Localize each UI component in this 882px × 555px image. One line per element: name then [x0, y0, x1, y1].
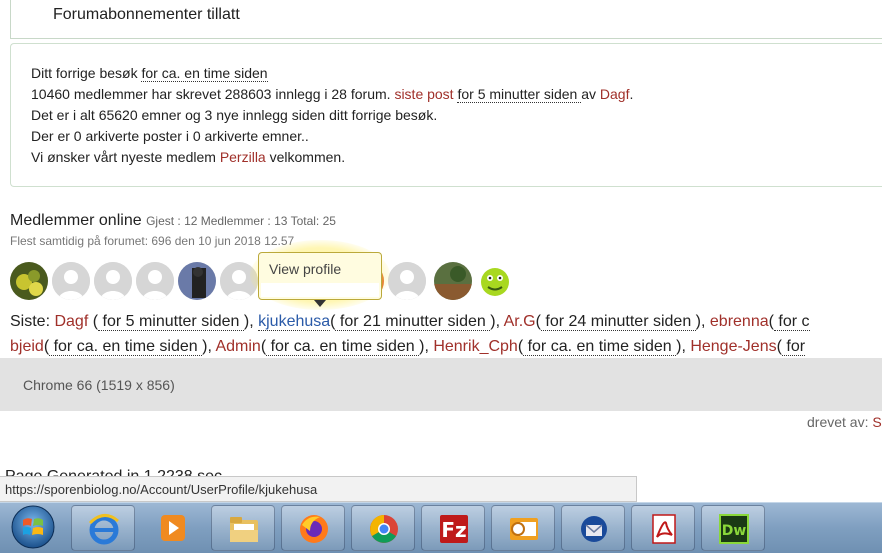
recent-user-time: for 24 minutter siden — [540, 313, 696, 331]
firefox-icon — [300, 515, 328, 543]
recent-user-link[interactable]: ebrenna — [710, 313, 769, 330]
recent-user-link[interactable]: Dagf — [54, 313, 88, 330]
acrobat-icon — [652, 514, 676, 544]
taskbar-firefox[interactable] — [281, 505, 345, 551]
members-posts-line: 10460 medlemmer har skrevet 288603 innle… — [31, 86, 634, 103]
tooltip-arrow-icon — [314, 300, 326, 307]
tooltip-inner — [261, 283, 379, 297]
forum-stats-box: Ditt forrige besøk for ca. en time siden… — [10, 43, 882, 187]
online-counts: Gjest : 12 Medlemmer : 13 Total: 25 — [146, 214, 336, 228]
chrome-icon — [370, 515, 398, 543]
recent-user-time: for ca. en time siden — [266, 338, 420, 356]
taskbar-ie[interactable] — [71, 505, 135, 551]
recent-user-time: for ca. en time siden — [49, 338, 203, 356]
last-visit-line: Ditt forrige besøk for ca. en time siden — [31, 65, 268, 82]
filezilla-icon: Fz — [440, 515, 468, 543]
taskbar-outlook[interactable] — [491, 505, 555, 551]
newest-member-line: Vi ønsker vårt nyeste medlem Perzilla ve… — [31, 149, 345, 165]
link-status-bar: https://sporenbiolog.no/Account/UserProf… — [0, 476, 637, 502]
taskbar-filezilla[interactable]: Fz — [421, 505, 485, 551]
topics-line: Det er i alt 65620 emner og 3 nye innleg… — [31, 107, 438, 123]
archived-line: Der er 0 arkiverte poster i 0 arkiverte … — [31, 128, 309, 144]
internet-explorer-icon — [88, 514, 119, 545]
recent-label: Siste: — [10, 313, 51, 330]
taskbar-acrobat[interactable] — [631, 505, 695, 551]
thunderbird-icon — [581, 516, 607, 542]
avatar-cartoon-green[interactable] — [476, 262, 514, 300]
avatar-photo-plant[interactable] — [10, 262, 48, 300]
taskbar-media-player[interactable] — [141, 505, 205, 551]
last-post-link[interactable]: siste post — [394, 86, 453, 102]
windows-taskbar: Fz Dw — [0, 502, 882, 553]
recent-user-link[interactable]: Admin — [215, 338, 260, 355]
browser-info-text: Chrome 66 (1519 x 856) — [23, 377, 175, 393]
taskbar-thunderbird[interactable] — [561, 505, 625, 551]
folder-icon — [230, 517, 258, 542]
start-orb-icon[interactable] — [10, 504, 56, 550]
outlook-icon — [510, 518, 538, 540]
online-record: Flest samtidig på forumet: 696 den 10 ju… — [10, 234, 295, 248]
newest-member-link[interactable]: Perzilla — [220, 149, 266, 165]
avatar-placeholder[interactable] — [52, 262, 90, 300]
members-online-title: Medlemmer online — [10, 212, 142, 229]
newest-member-suffix: velkommen. — [269, 149, 346, 165]
media-player-icon — [161, 515, 185, 541]
recent-user-link[interactable]: Henge-Jens — [690, 338, 776, 355]
avatar-placeholder[interactable] — [136, 262, 174, 300]
powered-by: drevet av: S — [807, 414, 882, 430]
browser-info-bar: Chrome 66 (1519 x 856) — [0, 358, 882, 411]
avatar-placeholder[interactable] — [388, 262, 426, 300]
recent-user-link[interactable]: Henrik_Cph — [433, 338, 517, 355]
recent-user-time: for — [781, 338, 806, 356]
by-word: av — [581, 86, 596, 102]
tooltip-text: View profile — [269, 261, 342, 277]
taskbar-file-explorer[interactable] — [211, 505, 275, 551]
status-url: https://sporenbiolog.no/Account/UserProf… — [5, 482, 318, 497]
powered-by-link[interactable]: S — [872, 414, 881, 430]
powered-by-label: drevet av: — [807, 414, 869, 430]
taskbar-dreamweaver[interactable]: Dw — [701, 505, 765, 551]
period: . — [629, 86, 634, 102]
forum-subscriptions-title: Forumabonnementer tillatt — [53, 6, 240, 23]
recent-user-time: for c — [773, 313, 810, 331]
avatar-placeholder[interactable] — [94, 262, 132, 300]
recent-user-time: for ca. en time siden — [523, 338, 677, 356]
last-post-time: for 5 minutter siden — [457, 86, 582, 103]
newest-member-prefix: Vi ønsker vårt nyeste medlem — [31, 149, 216, 165]
last-visit-prefix: Ditt forrige besøk — [31, 65, 138, 81]
taskbar-chrome[interactable] — [351, 505, 415, 551]
last-post-author-link[interactable]: Dagf — [600, 86, 630, 102]
dreamweaver-icon: Dw — [719, 514, 749, 544]
view-profile-tooltip: View profile — [258, 252, 382, 300]
recent-user-link[interactable]: bjeid — [10, 338, 44, 355]
recent-user-link-hovered[interactable]: kjukehusa — [258, 313, 331, 331]
avatar-photo-dark[interactable] — [178, 262, 216, 300]
members-online-heading: Medlemmer online Gjest : 12 Medlemmer : … — [10, 212, 336, 230]
recent-users-line-2: bjeid( for ca. en time siden ), Admin( f… — [10, 338, 806, 356]
recent-user-link[interactable]: Ar.G — [504, 313, 536, 330]
avatar-photo-nature[interactable] — [434, 262, 472, 300]
members-posts-text: 10460 medlemmer har skrevet 288603 innle… — [31, 86, 391, 102]
recent-user-time: for 21 minutter siden — [335, 313, 491, 331]
svg-text:Fz: Fz — [441, 518, 466, 542]
last-visit-time: for ca. en time siden — [141, 65, 268, 82]
forum-subscriptions-box: Forumabonnementer tillatt — [10, 0, 882, 39]
svg-text:Dw: Dw — [722, 523, 747, 539]
recent-user-time: for 5 minutter siden — [98, 313, 244, 331]
recent-users-line: Siste: Dagf ( for 5 minutter siden ), kj… — [10, 313, 810, 331]
